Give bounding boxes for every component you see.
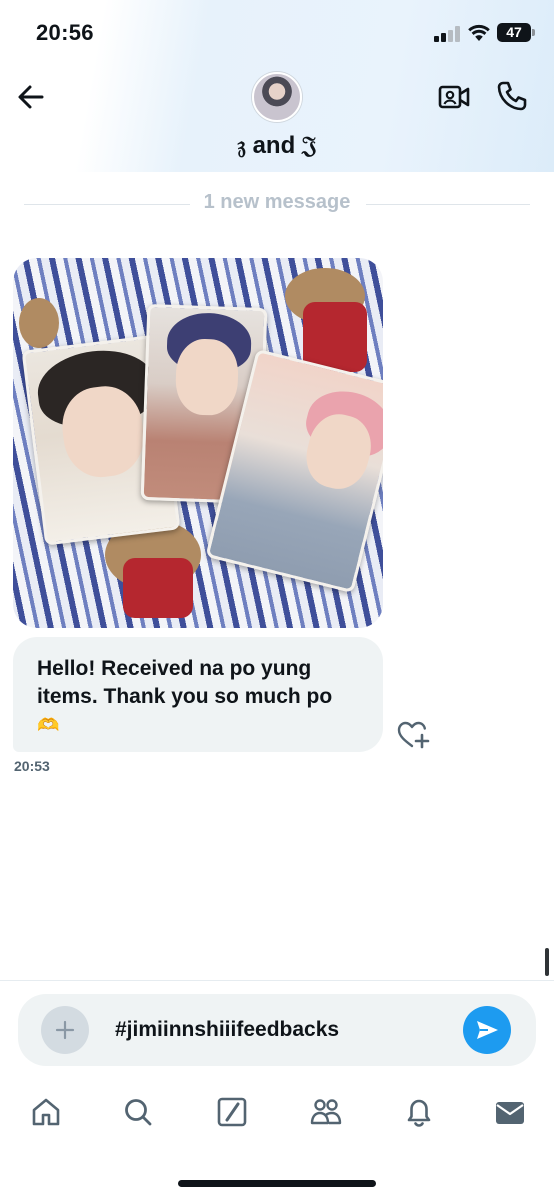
nav-search[interactable] (116, 1090, 160, 1134)
communities-icon (310, 1099, 342, 1125)
search-icon (125, 1099, 152, 1126)
image-message[interactable] (13, 258, 383, 628)
nav-compose[interactable] (210, 1090, 254, 1134)
composer-separator (0, 980, 554, 981)
cellular-signal-icon (434, 26, 462, 42)
avatar[interactable] (252, 72, 302, 122)
arrow-left-icon (18, 85, 44, 109)
message-composer (18, 994, 536, 1066)
video-call-button[interactable] (438, 83, 470, 111)
send-button[interactable] (463, 1006, 511, 1054)
nav-notifications[interactable] (397, 1090, 441, 1134)
add-reaction-button[interactable] (396, 720, 430, 750)
mail-icon (496, 1102, 524, 1124)
photocard-face (174, 338, 240, 417)
send-icon (477, 1021, 498, 1039)
message-text: Hello! Received na po yung items. Thank … (37, 655, 367, 739)
message-timestamp: 20:53 (14, 758, 50, 774)
nav-messages[interactable] (488, 1090, 532, 1134)
home-icon (32, 1098, 60, 1126)
add-media-button[interactable] (41, 1006, 89, 1054)
message-line: Hello! Received na po yung (37, 657, 312, 680)
nav-home[interactable] (24, 1090, 68, 1134)
status-time: 20:56 (36, 20, 94, 45)
plus-icon (55, 1020, 75, 1040)
compose-icon (217, 1097, 247, 1127)
nav-communities[interactable] (303, 1090, 347, 1134)
scrollbar[interactable] (545, 948, 549, 976)
message-line: items. Thank you so much po (37, 685, 333, 708)
bear-print (303, 302, 367, 372)
home-indicator (178, 1180, 376, 1187)
new-message-divider: 1 new message (203, 191, 351, 213)
bell-icon (407, 1099, 431, 1127)
video-camera-icon (438, 85, 470, 109)
message-input[interactable] (115, 1014, 445, 1046)
heart-hands-emoji: 🫶 (37, 715, 60, 735)
back-button[interactable] (16, 84, 46, 110)
battery-tip (532, 29, 535, 36)
battery-indicator: 47 (497, 23, 531, 42)
voice-call-button[interactable] (496, 80, 528, 112)
bottom-navigation (0, 1090, 554, 1140)
wifi-icon (468, 24, 490, 47)
bear-print (123, 558, 193, 618)
heart-plus-icon (397, 721, 430, 749)
phone-icon (497, 81, 527, 111)
header: 20:56 47 𝔷 and 𝔍 (0, 0, 554, 172)
received-message-bubble[interactable]: Hello! Received na po yung items. Thank … (13, 637, 383, 752)
conversation-title[interactable]: 𝔷 and 𝔍 (0, 132, 554, 160)
bear-print (19, 298, 59, 348)
dm-conversation-screen: 20:56 47 𝔷 and 𝔍 1 new message Hello! Re… (0, 0, 554, 1200)
